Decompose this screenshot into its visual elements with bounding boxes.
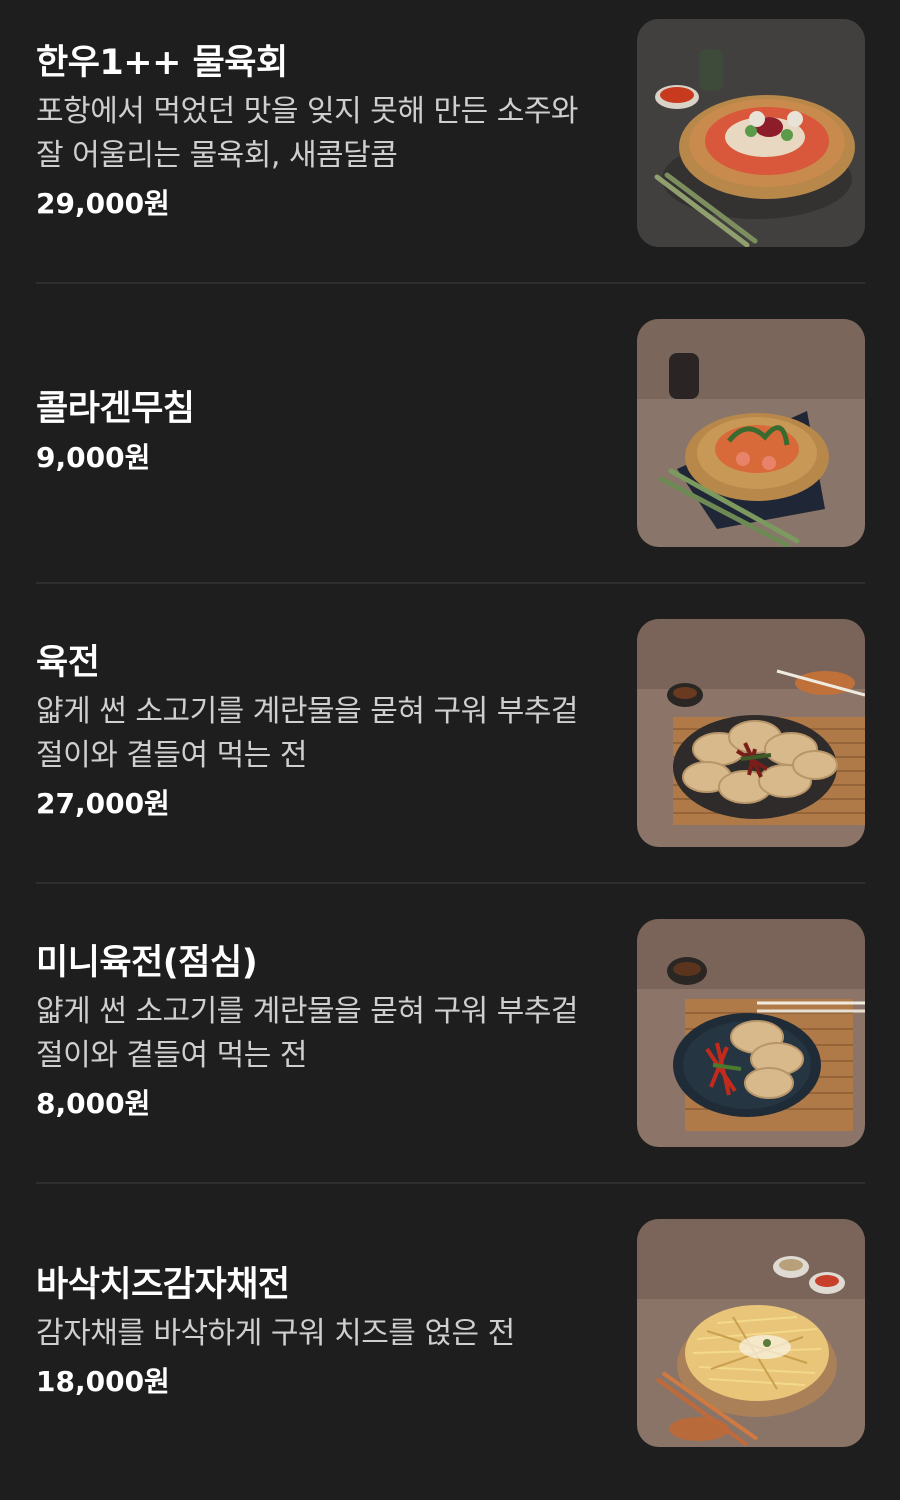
menu-item-name: 미니육전(점심) (36, 943, 258, 983)
menu-item-name: 콜라겐무침 (36, 389, 195, 429)
menu-item-mini-beef-pancake[interactable]: 미니육전(점심) 얇게 썬 소고기를 계란물을 묻혀 구워 부추겉절이와 곁들여… (0, 900, 900, 1200)
menu-item-name: 육전 (36, 643, 100, 683)
menu-item-description: 감자채를 바삭하게 구워 치즈를 얹은 전 (36, 1316, 515, 1351)
mini-beef-pancake-photo[interactable] (637, 919, 865, 1147)
divider (36, 882, 865, 884)
menu-item-price: 8,000원 (36, 1087, 151, 1120)
menu-item-potato-cheese-pancake[interactable]: 바삭치즈감자채전 감자채를 바삭하게 구워 치즈를 얹은 전 18,000원 (0, 1200, 900, 1500)
menu-item-collagen-salad[interactable]: 콜라겐무침 9,000원 (0, 300, 900, 600)
menu-list: 한우1++ 물육회 포항에서 먹었던 맛을 잊지 못해 만든 소주와 잘 어울리… (0, 0, 900, 1454)
menu-item-beef-pancake[interactable]: 육전 얇게 썬 소고기를 계란물을 묻혀 구워 부추겉절이와 곁들여 먹는 전 … (0, 600, 900, 900)
menu-item-description: 얇게 썬 소고기를 계란물을 묻혀 구워 부추겉절이와 곁들여 먹는 전 (36, 694, 579, 773)
menu-item-text: 콜라겐무침 9,000원 (36, 300, 596, 564)
collagen-salad-photo[interactable] (637, 319, 865, 547)
menu-item-description: 포항에서 먹었던 맛을 잊지 못해 만든 소주와 잘 어울리는 물육회, 새콤달… (36, 94, 579, 173)
menu-item-price: 18,000원 (36, 1365, 170, 1398)
potato-cheese-pancake-photo[interactable] (637, 1219, 865, 1447)
menu-item-name: 한우1++ 물육회 (36, 43, 288, 83)
menu-item-price: 9,000원 (36, 441, 151, 474)
beef-pancake-photo[interactable] (637, 619, 865, 847)
divider (36, 282, 865, 284)
menu-item-beef-tartare[interactable]: 한우1++ 물육회 포항에서 먹었던 맛을 잊지 못해 만든 소주와 잘 어울리… (0, 0, 900, 300)
menu-item-price: 27,000원 (36, 787, 170, 820)
menu-item-price: 29,000원 (36, 187, 170, 220)
menu-item-text: 바삭치즈감자채전 감자채를 바삭하게 구워 치즈를 얹은 전 18,000원 (36, 1200, 596, 1464)
divider (36, 1182, 865, 1184)
divider (36, 582, 865, 584)
menu-item-text: 육전 얇게 썬 소고기를 계란물을 묻혀 구워 부추겉절이와 곁들여 먹는 전 … (36, 600, 596, 864)
menu-item-text: 한우1++ 물육회 포항에서 먹었던 맛을 잊지 못해 만든 소주와 잘 어울리… (36, 0, 596, 264)
menu-item-name: 바삭치즈감자채전 (36, 1265, 290, 1305)
menu-item-text: 미니육전(점심) 얇게 썬 소고기를 계란물을 묻혀 구워 부추겉절이와 곁들여… (36, 900, 596, 1164)
bowl-raw-beef-photo[interactable] (637, 19, 865, 247)
menu-item-description: 얇게 썬 소고기를 계란물을 묻혀 구워 부추겉절이와 곁들여 먹는 전 (36, 994, 579, 1073)
